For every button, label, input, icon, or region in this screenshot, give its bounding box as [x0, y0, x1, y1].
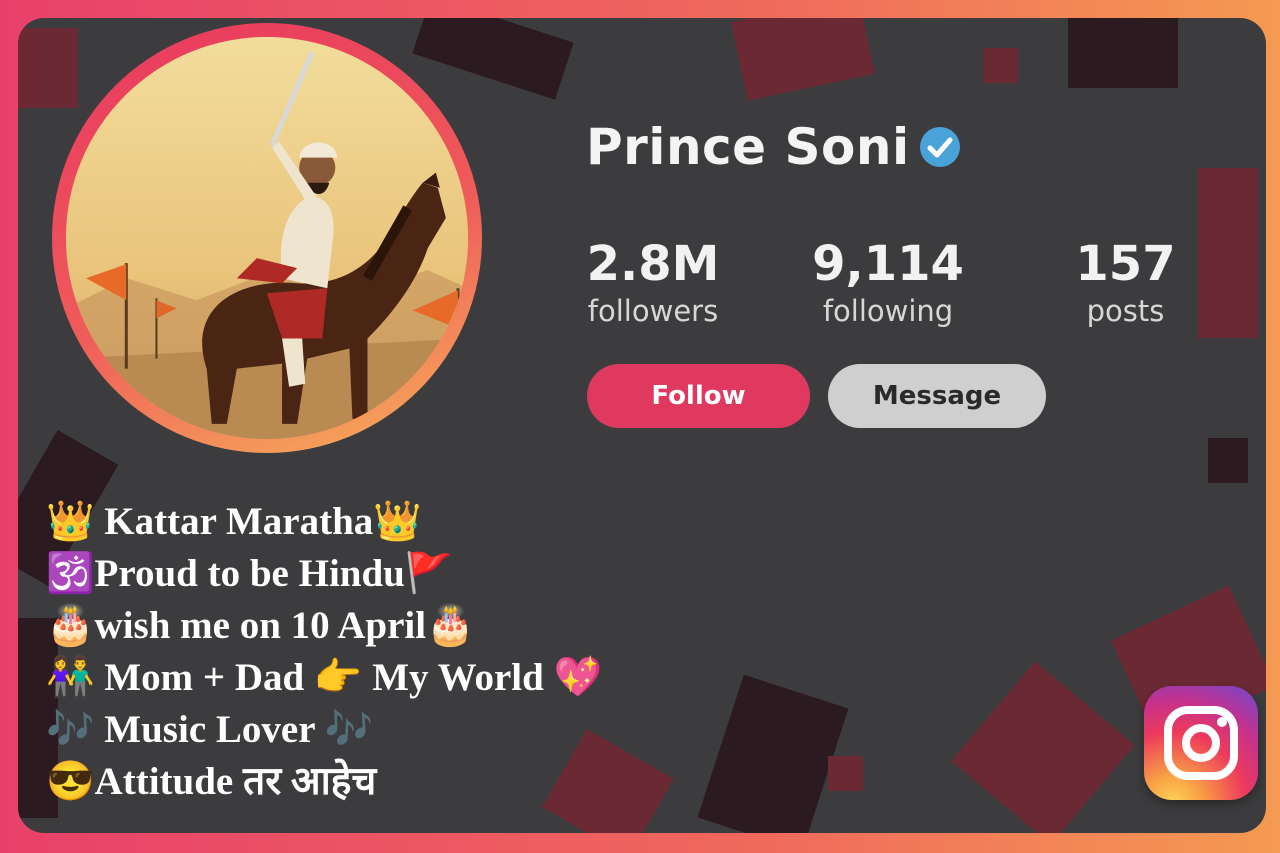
bg-shape — [951, 661, 1135, 833]
bio-line: 👑 Kattar Maratha👑 — [46, 500, 422, 543]
stat-followers-value: 2.8M — [586, 236, 720, 292]
verified-check-icon — [919, 127, 960, 167]
stat-followers-label: followers — [587, 294, 719, 328]
stat-posts-label: posts — [1086, 294, 1165, 328]
message-button[interactable]: Message — [828, 364, 1046, 428]
bio-line: 😎Attitude तर आहेच — [46, 760, 377, 803]
bio-line: 👫 Mom + Dad 👉 My World 💖 — [46, 656, 603, 699]
follow-button[interactable]: Follow — [587, 364, 810, 428]
stat-followers[interactable]: 2.8M followers — [573, 236, 733, 328]
stat-following-label: following — [822, 294, 954, 328]
bio-line: 🎂wish me on 10 April🎂 — [46, 604, 475, 647]
avatar[interactable] — [66, 37, 468, 439]
stat-following[interactable]: 9,114 following — [808, 236, 968, 328]
profile-name-row: Prince Soni — [586, 118, 962, 176]
bg-shape — [1068, 18, 1178, 88]
stat-following-value: 9,114 — [812, 236, 964, 292]
profile-card: Prince Soni 2.8M followers 9,114 followi… — [18, 18, 1266, 833]
bio: 👑 Kattar Maratha👑 🕉️Proud to be Hindu🚩 🎂… — [46, 496, 602, 808]
avatar-warrior-image — [66, 37, 468, 439]
profile-name: Prince Soni — [586, 118, 910, 176]
bg-shape — [1198, 168, 1258, 338]
bg-shape — [983, 48, 1018, 83]
bio-line: 🎶 Music Lover 🎶 — [46, 708, 374, 751]
bg-shape — [697, 674, 849, 833]
bg-shape — [731, 18, 875, 101]
bg-shape — [412, 18, 574, 100]
stat-posts-value: 157 — [1075, 236, 1176, 292]
stat-posts[interactable]: 157 posts — [1058, 236, 1193, 328]
bg-shape — [1208, 438, 1248, 483]
bg-shape — [18, 28, 78, 108]
bg-shape — [828, 756, 863, 791]
bio-line: 🕉️Proud to be Hindu🚩 — [46, 552, 454, 595]
instagram-logo-icon — [1144, 686, 1258, 800]
